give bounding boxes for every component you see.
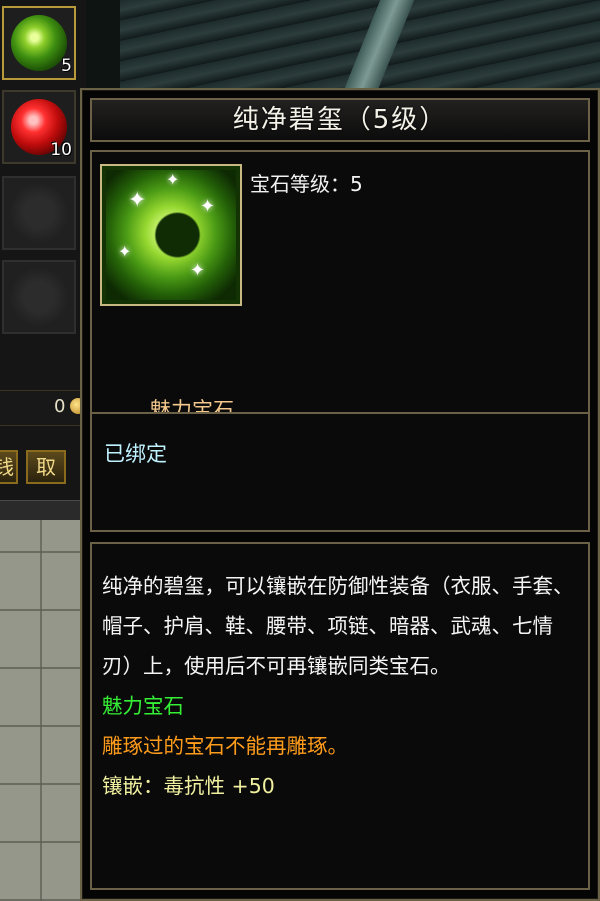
- money-button[interactable]: 钱: [0, 450, 18, 484]
- stone-floor-background: [0, 520, 86, 901]
- green-jade-gem-icon: [106, 170, 236, 300]
- description-section: 纯净的碧玺，可以镶嵌在防御性装备（衣服、手套、帽子、护肩、鞋、腰带、项链、暗器、…: [90, 542, 590, 890]
- gem-level-text: 宝石等级：5: [250, 172, 363, 196]
- carving-note-line: 雕琢过的宝石不能再雕琢。: [102, 734, 348, 758]
- inventory-slot-red-gem[interactable]: 10: [2, 90, 76, 164]
- item-tooltip: 纯净碧玺（5级） ✦ ✦ ✦ ✦ ✦ 宝石等级：5 魅力宝石 贵重 已绑定 纯净…: [80, 88, 600, 901]
- roof-tiles-background: [120, 0, 600, 95]
- item-info-section: ✦ ✦ ✦ ✦ ✦ 宝石等级：5 魅力宝石 贵重: [90, 150, 590, 460]
- inventory-slot-green-gem[interactable]: 5: [2, 6, 76, 80]
- sparkle-icon: ✦: [118, 242, 132, 261]
- sparkle-icon: ✦: [200, 196, 216, 217]
- sparkle-icon: ✦: [190, 260, 206, 281]
- gem-type-line: 魅力宝石: [102, 694, 184, 718]
- item-title: 纯净碧玺（5级）: [90, 98, 590, 142]
- green-gem-icon: [11, 15, 67, 71]
- sparkle-icon: ✦: [166, 170, 180, 189]
- inventory-slot-empty[interactable]: [2, 176, 76, 250]
- inventory-slot-empty[interactable]: [2, 260, 76, 334]
- item-icon-frame: ✦ ✦ ✦ ✦ ✦: [100, 164, 242, 306]
- inlay-stat-line: 镶嵌：毒抗性 +50: [102, 774, 275, 798]
- description-block: 纯净的碧玺，可以镶嵌在防御性装备（衣服、手套、帽子、护肩、鞋、腰带、项链、暗器、…: [102, 566, 576, 806]
- bind-status-text: 已绑定: [104, 442, 167, 466]
- bind-section: 已绑定: [90, 412, 590, 532]
- slot-count: 10: [50, 140, 72, 160]
- sparkle-icon: ✦: [128, 188, 147, 213]
- withdraw-button[interactable]: 取: [26, 450, 66, 484]
- description-text: 纯净的碧玺，可以镶嵌在防御性装备（衣服、手套、帽子、护肩、鞋、腰带、项链、暗器、…: [102, 574, 574, 678]
- inventory-panel: 5 10 0 钱 取: [0, 0, 86, 521]
- slot-count: 5: [61, 56, 72, 76]
- panel-divider: [0, 500, 86, 521]
- money-value: 0: [54, 396, 66, 417]
